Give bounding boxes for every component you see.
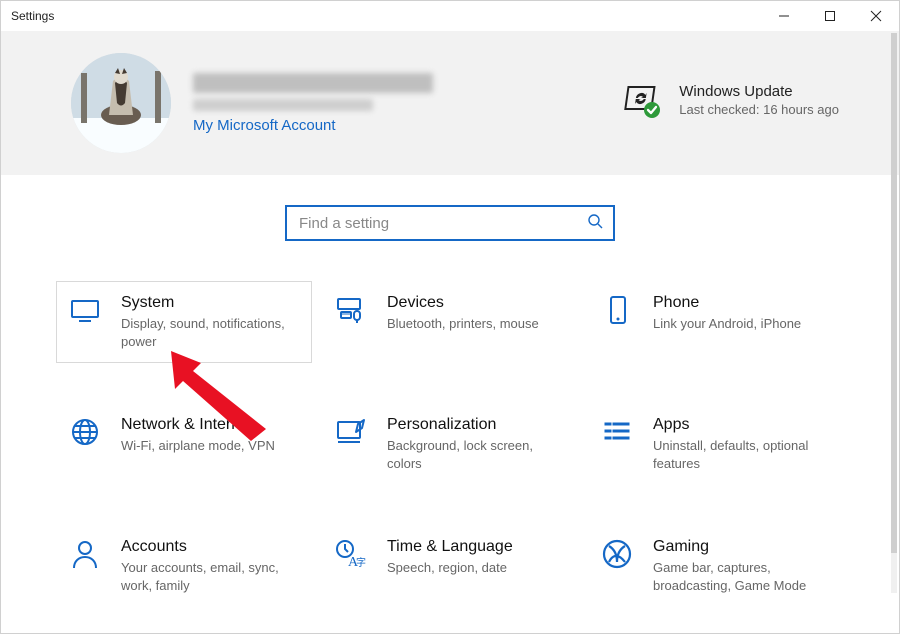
- tile-title: Gaming: [653, 538, 833, 556]
- tile-gaming[interactable]: Gaming Game bar, captures, broadcasting,…: [588, 525, 844, 607]
- window-title: Settings: [11, 9, 54, 23]
- tile-apps[interactable]: Apps Uninstall, defaults, optional featu…: [588, 403, 844, 485]
- tile-title: Devices: [387, 294, 539, 312]
- avatar[interactable]: [71, 53, 171, 153]
- tile-devices[interactable]: Devices Bluetooth, printers, mouse: [322, 281, 578, 363]
- tile-phone[interactable]: Phone Link your Android, iPhone: [588, 281, 844, 363]
- phone-icon: [599, 294, 635, 330]
- tile-title: Network & Internet: [121, 416, 275, 434]
- settings-grid: System Display, sound, notifications, po…: [1, 281, 899, 627]
- tile-system[interactable]: System Display, sound, notifications, po…: [56, 281, 312, 363]
- globe-icon: [67, 416, 103, 452]
- account-summary: My Microsoft Account: [71, 53, 433, 153]
- scrollbar[interactable]: [891, 33, 897, 593]
- tile-title: Personalization: [387, 416, 567, 434]
- tile-sub: Link your Android, iPhone: [653, 315, 801, 333]
- tile-title: Time & Language: [387, 538, 513, 556]
- svg-text:字: 字: [356, 556, 366, 569]
- my-microsoft-account-link[interactable]: My Microsoft Account: [193, 117, 433, 134]
- maximize-button[interactable]: [807, 1, 853, 31]
- display-icon: [67, 294, 103, 330]
- tile-accounts[interactable]: Accounts Your accounts, email, sync, wor…: [56, 525, 312, 607]
- time-language-icon: A字: [333, 538, 369, 574]
- search-row: [1, 175, 899, 281]
- search-input[interactable]: [297, 214, 587, 233]
- settings-window: Settings: [0, 0, 900, 634]
- search-box[interactable]: [285, 205, 615, 241]
- tile-title: Accounts: [121, 538, 301, 556]
- tile-time-language[interactable]: A字 Time & Language Speech, region, date: [322, 525, 578, 607]
- windows-update-tile[interactable]: Windows Update Last checked: 16 hours ag…: [621, 83, 839, 124]
- tile-title: Apps: [653, 416, 833, 434]
- tile-sub: Background, lock screen, colors: [387, 437, 567, 472]
- paint-icon: [333, 416, 369, 452]
- tile-sub: Display, sound, notifications, power: [121, 315, 301, 350]
- xbox-icon: [599, 538, 635, 574]
- user-name-redacted: [193, 73, 433, 93]
- tile-title: System: [121, 294, 301, 312]
- tile-sub: Wi-Fi, airplane mode, VPN: [121, 437, 275, 455]
- tile-sub: Uninstall, defaults, optional features: [653, 437, 833, 472]
- window-controls: [761, 1, 899, 31]
- titlebar: Settings: [1, 1, 899, 31]
- tile-sub: Your accounts, email, sync, work, family: [121, 559, 301, 594]
- tile-sub: Speech, region, date: [387, 559, 513, 577]
- tile-sub: Bluetooth, printers, mouse: [387, 315, 539, 333]
- tile-title: Phone: [653, 294, 801, 312]
- tile-network[interactable]: Network & Internet Wi-Fi, airplane mode,…: [56, 403, 312, 485]
- avatar-image: [71, 53, 171, 153]
- user-email-redacted: [193, 99, 373, 111]
- search-icon: [587, 213, 603, 234]
- sync-icon: [621, 83, 661, 124]
- scrollbar-thumb[interactable]: [891, 33, 897, 553]
- windows-update-title: Windows Update: [679, 83, 839, 100]
- tile-sub: Game bar, captures, broadcasting, Game M…: [653, 559, 833, 594]
- close-button[interactable]: [853, 1, 899, 31]
- account-hero: My Microsoft Account Windows Update Last…: [1, 31, 899, 175]
- tile-personalization[interactable]: Personalization Background, lock screen,…: [322, 403, 578, 485]
- minimize-button[interactable]: [761, 1, 807, 31]
- person-icon: [67, 538, 103, 574]
- devices-icon: [333, 294, 369, 330]
- windows-update-sub: Last checked: 16 hours ago: [679, 102, 839, 117]
- apps-icon: [599, 416, 635, 452]
